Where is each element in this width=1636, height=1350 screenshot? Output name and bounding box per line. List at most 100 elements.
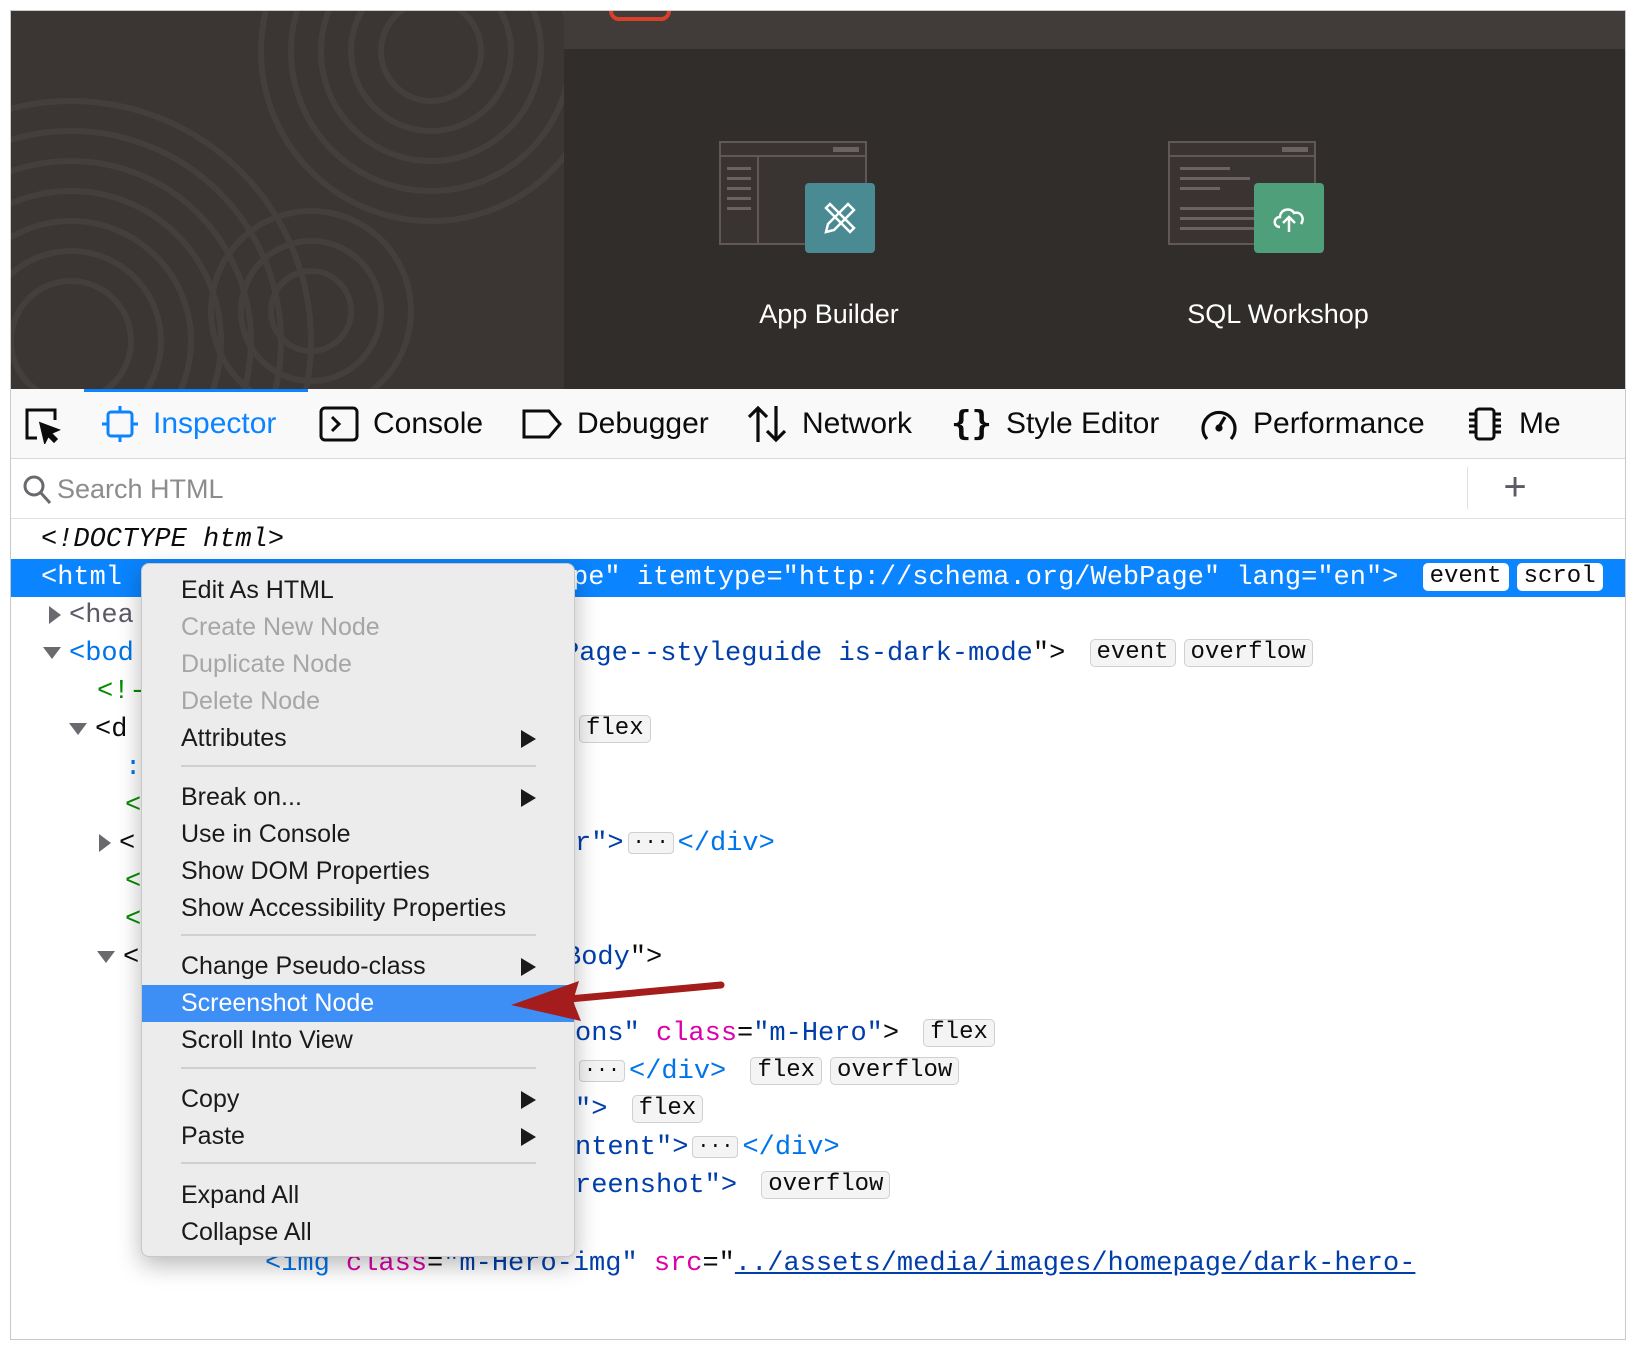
tag-close: "> [629, 943, 663, 973]
tile-app-builder[interactable]: App Builder [679, 131, 979, 361]
menu-item-copy[interactable]: Copy [142, 1081, 574, 1118]
window-frame: App Builder SQL Workshop Inspector Conso… [10, 10, 1626, 1340]
expand-icon[interactable] [49, 605, 61, 624]
tab-style-editor[interactable]: {} Style Editor [951, 389, 1159, 459]
div-tag: <d [95, 715, 128, 745]
collapse-icon[interactable] [43, 646, 61, 659]
tab-network[interactable]: Network [746, 389, 912, 459]
menu-item-expand-all[interactable]: Expand All [142, 1177, 574, 1214]
pencil-ruler-icon [805, 183, 875, 253]
menu-separator [181, 1162, 536, 1164]
menu-item-attributes[interactable]: Attributes [142, 720, 574, 757]
overflow-badge[interactable]: overflow [761, 1170, 891, 1199]
child-node[interactable]: < [125, 787, 141, 825]
collapsed-content-button[interactable]: ··· [627, 831, 674, 854]
html-tag: <html [41, 563, 123, 593]
menu-item-label: Change Pseudo-class [181, 952, 426, 980]
performance-icon [1199, 405, 1239, 443]
menu-item-create-new-node: Create New Node [181, 613, 380, 641]
tab-debugger[interactable]: Debugger [521, 389, 709, 459]
style-editor-icon: {} [951, 404, 992, 444]
head-tag: <hea [69, 601, 134, 631]
menu-item-duplicate-node: Duplicate Node [181, 650, 352, 678]
expand-icon[interactable] [99, 833, 111, 852]
menu-item-label: Copy [181, 1085, 240, 1113]
event-badge[interactable]: event [1422, 562, 1509, 591]
flex-badge[interactable]: flex [579, 714, 651, 743]
body-div-tail: Body"> [565, 939, 662, 977]
menu-item-label: Paste [181, 1122, 245, 1150]
overflow-badge[interactable]: overflow [830, 1056, 960, 1085]
head-node[interactable]: <hea [49, 597, 134, 635]
submenu-arrow-icon [521, 1128, 536, 1146]
doctype-text: <!DOCTYPE html> [41, 525, 285, 555]
collapse-icon[interactable] [69, 722, 87, 735]
close-tag: </div> [677, 829, 775, 859]
collapse-icon[interactable] [97, 950, 115, 963]
tab-performance[interactable]: Performance [1199, 389, 1425, 459]
tile-sql-workshop[interactable]: SQL Workshop [1128, 131, 1428, 361]
src-link[interactable]: ../assets/media/images/homepage/dark-her… [735, 1249, 1416, 1279]
screenshot-node-tail: reenshot"> overflow [575, 1167, 891, 1205]
child-node[interactable]: < [125, 901, 141, 939]
tile-label: App Builder [759, 299, 899, 329]
divider [1467, 467, 1468, 509]
menu-item-use-in-console[interactable]: Use in Console [142, 816, 574, 853]
tag-open: < [125, 791, 142, 821]
tab-memory[interactable]: Me [1465, 389, 1561, 459]
menu-item-show-accessibility-properties[interactable]: Show Accessibility Properties [142, 890, 574, 927]
decorative-pattern-panel [11, 11, 564, 389]
tab-label: Debugger [577, 407, 709, 440]
debugger-icon [521, 408, 563, 440]
annotation-arrow-icon [511, 981, 725, 1021]
console-icon [319, 406, 359, 442]
tab-label: Me [1519, 407, 1561, 440]
event-badge[interactable]: event [1089, 638, 1176, 667]
context-menu: Edit As HTML Create New Node Duplicate N… [141, 563, 575, 1257]
tab-label: Style Editor [1005, 407, 1160, 440]
collapsed-content-button[interactable]: ··· [579, 1059, 626, 1082]
tag-open: < [119, 829, 136, 859]
menu-item-collapse-all[interactable]: Collapse All [142, 1214, 574, 1251]
tag-open: < [125, 867, 142, 897]
tab-console[interactable]: Console [319, 389, 483, 459]
page-preview: App Builder SQL Workshop [11, 11, 1625, 389]
body-div-node[interactable]: < [97, 939, 139, 977]
collapsed-div-node[interactable]: < [99, 825, 135, 863]
menu-item-show-dom-properties[interactable]: Show DOM Properties [142, 853, 574, 890]
menu-item-break-on[interactable]: Break on... [142, 779, 574, 816]
element-picker-button[interactable] [21, 389, 75, 459]
menu-separator [181, 1067, 536, 1069]
menu-item-delete-node: Delete Node [181, 687, 320, 715]
tab-label: Performance [1253, 407, 1425, 440]
element-picker-icon [21, 404, 61, 444]
menu-separator [181, 765, 536, 767]
attr-tail: reenshot"> [575, 1171, 738, 1201]
overflow-badge[interactable]: overflow [1183, 638, 1313, 667]
attr-value: "m-Hero" [753, 1019, 883, 1049]
div-badges: flex [571, 711, 651, 749]
flex-badge[interactable]: flex [631, 1094, 704, 1123]
submenu-arrow-icon [521, 730, 536, 748]
comment-node[interactable]: <!- [97, 673, 146, 711]
menu-item-edit-as-html[interactable]: Edit As HTML [142, 572, 574, 609]
tab-label: Network [802, 407, 913, 440]
child-node[interactable]: < [125, 863, 141, 901]
collapsed-content-button[interactable]: ··· [692, 1135, 739, 1158]
tab-inspector[interactable]: Inspector [101, 389, 276, 459]
menu-item-paste[interactable]: Paste [142, 1118, 574, 1155]
body-node[interactable]: <bod [43, 635, 134, 673]
div-node[interactable]: <d [69, 711, 127, 749]
search-html-input[interactable] [57, 469, 657, 509]
flex-badge[interactable]: flex [923, 1018, 995, 1047]
comment-text: <!- [97, 677, 146, 707]
scroll-badge[interactable]: scrol [1516, 562, 1603, 591]
doctype-node[interactable]: <!DOCTYPE html> [41, 521, 284, 559]
flex-badge[interactable]: flex [750, 1056, 823, 1085]
menu-item-label: Attributes [181, 724, 287, 752]
pseudo-node: : [125, 749, 141, 787]
devtools-toolbar: Inspector Console Debugger Network {} St… [11, 389, 1625, 459]
add-node-button[interactable]: + [1491, 465, 1539, 511]
tab-label: Inspector [153, 407, 277, 440]
memory-icon [1465, 404, 1505, 444]
